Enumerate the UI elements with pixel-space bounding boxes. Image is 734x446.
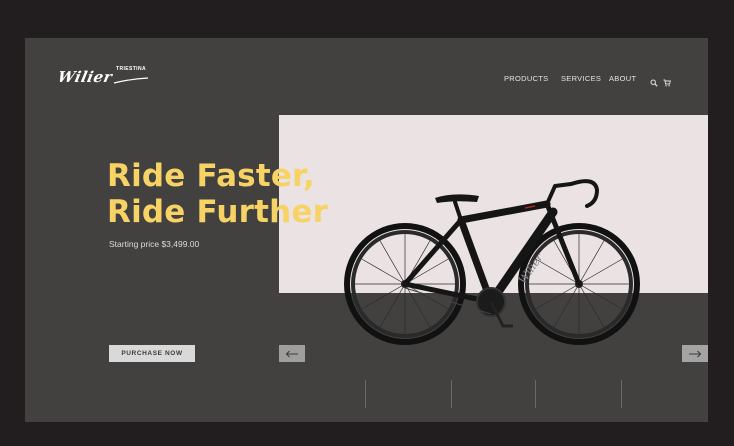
slide-divider bbox=[451, 380, 452, 408]
starting-price: Starting price $3,499.00 bbox=[109, 239, 200, 249]
hero-title: Ride Faster, Ride Further bbox=[107, 158, 328, 230]
arrow-left-icon bbox=[285, 350, 298, 357]
cart-icon[interactable] bbox=[663, 74, 672, 87]
landing-frame: TRIESTINA Wilier PRODUCTS SERVICES ABOUT bbox=[25, 38, 708, 422]
arrow-right-icon bbox=[689, 350, 702, 357]
nav-services[interactable]: SERVICES bbox=[561, 74, 601, 83]
hero-title-line2: Ride Further bbox=[107, 194, 329, 230]
logo-swoosh-icon bbox=[113, 77, 149, 84]
brand-subtitle: TRIESTINA bbox=[116, 66, 146, 72]
next-slide-button[interactable] bbox=[682, 345, 708, 362]
slide-divider bbox=[365, 380, 366, 408]
purchase-now-button[interactable]: PURCHASE NOW bbox=[109, 345, 195, 362]
search-icon[interactable] bbox=[650, 74, 659, 87]
previous-slide-button[interactable] bbox=[279, 345, 305, 362]
hero-title-line1: Ride Faster, bbox=[107, 158, 315, 194]
slide-divider bbox=[621, 380, 622, 408]
bike-image: Wilier bbox=[344, 179, 640, 345]
brand-logo[interactable]: TRIESTINA Wilier bbox=[56, 66, 150, 86]
slide-divider bbox=[535, 380, 536, 408]
nav-products[interactable]: PRODUCTS bbox=[504, 74, 549, 83]
nav-about[interactable]: ABOUT bbox=[609, 74, 636, 83]
